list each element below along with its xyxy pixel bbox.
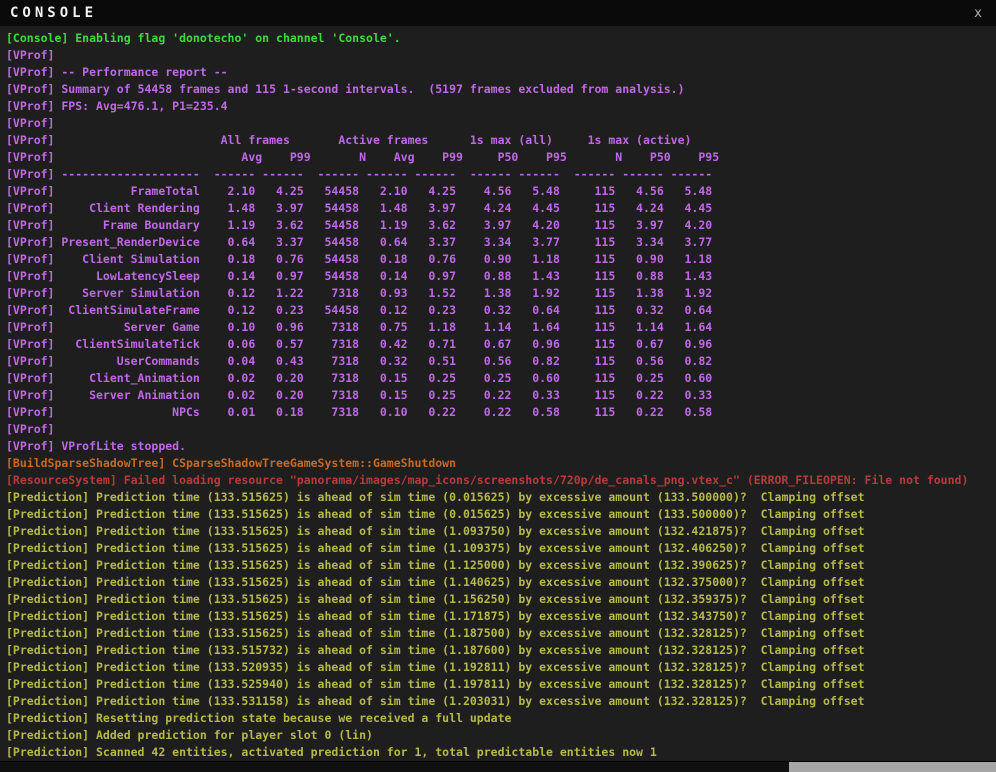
console-line: [Prediction] Prediction time (133.515625…	[6, 523, 990, 540]
console-line: [VProf] Client Simulation 0.18 0.76 5445…	[6, 251, 990, 268]
horizontal-scrollbar[interactable]	[0, 761, 996, 772]
console-line: [VProf] Avg P99 N Avg P99 P50 P95 N P50 …	[6, 149, 990, 166]
console-line: [VProf] -------------------- ------ ----…	[6, 166, 990, 183]
console-line: [Prediction] Prediction time (133.515625…	[6, 506, 990, 523]
console-line: [Prediction] Prediction time (133.515625…	[6, 557, 990, 574]
console-line: [Prediction] Added prediction for player…	[6, 727, 990, 744]
scrollbar-thumb[interactable]	[789, 762, 996, 772]
console-line: [VProf] Present_RenderDevice 0.64 3.37 5…	[6, 234, 990, 251]
console-line: [Prediction] Resetting prediction state …	[6, 710, 990, 727]
console-line: [Console] Enabling flag 'donotecho' on c…	[6, 30, 990, 47]
console-line: [Prediction] Scanned 42 entities, activa…	[6, 744, 990, 761]
console-line: [VProf] Server Animation 0.02 0.20 7318 …	[6, 387, 990, 404]
console-line: [Prediction] Prediction time (133.515625…	[6, 608, 990, 625]
console-line: [VProf] UserCommands 0.04 0.43 7318 0.32…	[6, 353, 990, 370]
console-line: [Prediction] Prediction time (133.520935…	[6, 659, 990, 676]
console-line: [Prediction] Prediction time (133.525940…	[6, 676, 990, 693]
console-line: [ResourceSystem] Failed loading resource…	[6, 472, 990, 489]
console-line: [Prediction] Prediction time (133.531158…	[6, 693, 990, 710]
console-line: [VProf] Server Game 0.10 0.96 7318 0.75 …	[6, 319, 990, 336]
console-line: [VProf]	[6, 47, 990, 64]
console-line: [VProf] Client_Animation 0.02 0.20 7318 …	[6, 370, 990, 387]
close-button[interactable]: x	[970, 5, 986, 22]
console-window: CONSOLE x [Console] Enabling flag 'donot…	[0, 0, 996, 772]
console-line: [VProf] VProfLite stopped.	[6, 438, 990, 455]
console-line: [Prediction] Prediction time (133.515732…	[6, 642, 990, 659]
console-line: [VProf] Frame Boundary 1.19 3.62 54458 1…	[6, 217, 990, 234]
console-line: [Prediction] Prediction time (133.515625…	[6, 591, 990, 608]
console-output: [Console] Enabling flag 'donotecho' on c…	[0, 26, 996, 761]
console-line: [VProf] FPS: Avg=476.1, P1=235.4	[6, 98, 990, 115]
console-line: [VProf] All frames Active frames 1s max …	[6, 132, 990, 149]
console-line: [Prediction] Prediction time (133.515625…	[6, 574, 990, 591]
console-line: [VProf] FrameTotal 2.10 4.25 54458 2.10 …	[6, 183, 990, 200]
console-line: [Prediction] Prediction time (133.515625…	[6, 540, 990, 557]
console-line: [VProf] -- Performance report --	[6, 64, 990, 81]
console-line: [VProf] ClientSimulateFrame 0.12 0.23 54…	[6, 302, 990, 319]
console-line: [VProf] LowLatencySleep 0.14 0.97 54458 …	[6, 268, 990, 285]
window-title: CONSOLE	[10, 5, 97, 21]
console-line: [VProf] Client Rendering 1.48 3.97 54458…	[6, 200, 990, 217]
console-line: [VProf]	[6, 115, 990, 132]
console-line: [Prediction] Prediction time (133.515625…	[6, 625, 990, 642]
console-line: [VProf] ClientSimulateTick 0.06 0.57 731…	[6, 336, 990, 353]
console-line: [VProf] NPCs 0.01 0.18 7318 0.10 0.22 0.…	[6, 404, 990, 421]
console-line: [VProf] Summary of 54458 frames and 115 …	[6, 81, 990, 98]
console-line: [VProf]	[6, 421, 990, 438]
console-line: [BuildSparseShadowTree] CSparseShadowTre…	[6, 455, 990, 472]
console-line: [Prediction] Prediction time (133.515625…	[6, 489, 990, 506]
console-line: [VProf] Server Simulation 0.12 1.22 7318…	[6, 285, 990, 302]
title-bar: CONSOLE x	[0, 0, 996, 26]
